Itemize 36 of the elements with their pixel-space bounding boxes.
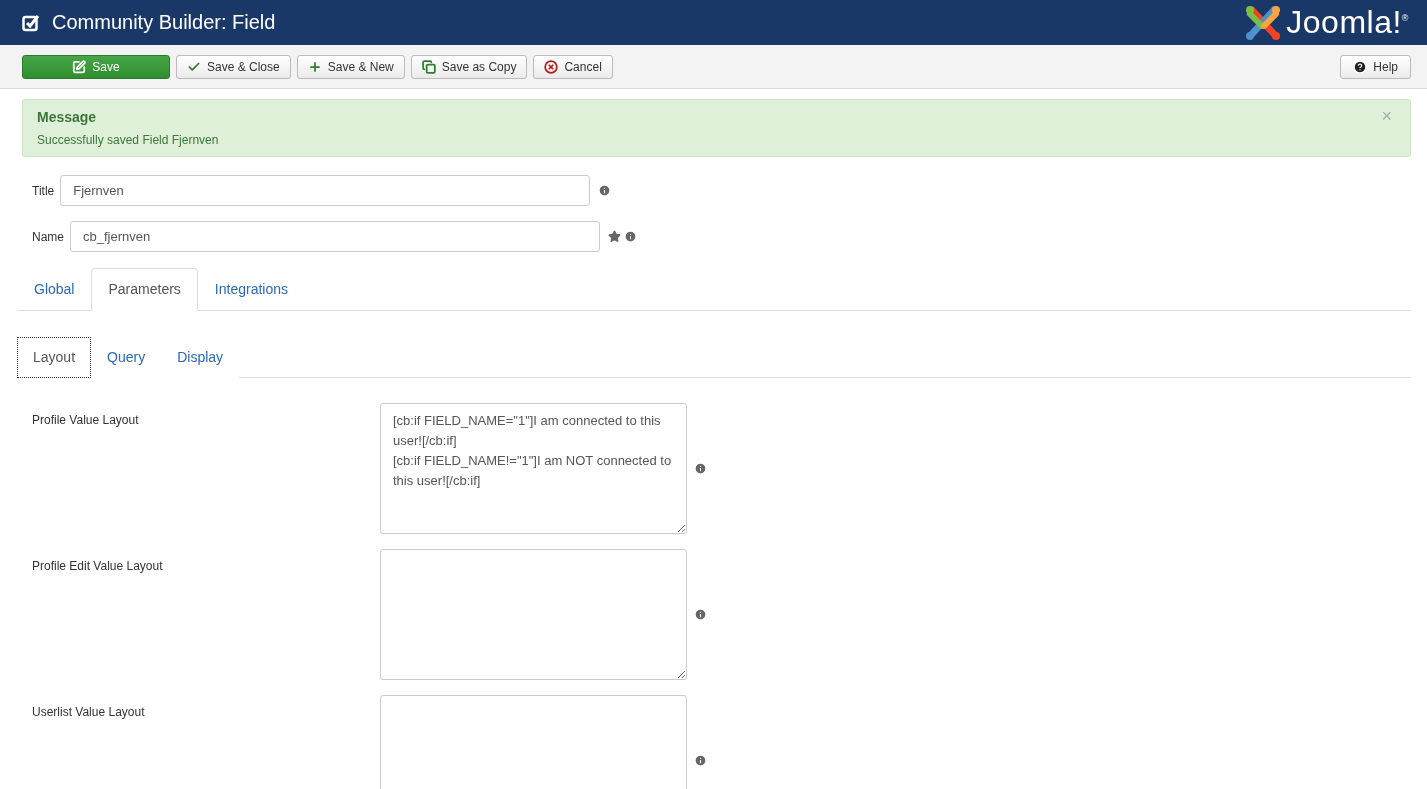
textarea-field[interactable] [380,549,687,680]
field-label: Title [32,183,55,198]
plus-icon [307,59,322,74]
toolbar-button[interactable]: Save [22,54,170,79]
toolbar-button[interactable]: Save & Close [176,54,291,79]
field-label: Profile Edit Value Layout [31,559,164,573]
tab[interactable]: Integrations [197,268,305,311]
logo-text: Joomla!$^{®}$ [1286,4,1409,41]
toolbar-button[interactable]: Save as Copy [410,54,528,79]
tab[interactable]: Global [17,268,92,311]
copy-icon [421,59,436,74]
textarea-field[interactable]: [cb:if FIELD_NAME="1"]I am connected to this user![/cb:if] [cb:if FIELD_NAME!="1"]I am NOT connected to this user![/cb:if] [380,403,687,534]
tab[interactable]: Parameters [91,268,198,311]
field-label: Profile Value Layout [31,413,140,427]
close-circle-icon [544,59,559,74]
tab[interactable]: Layout [17,337,92,378]
toolbar-button[interactable]: Cancel [533,54,613,79]
page-title: Community Builder: Field [52,11,276,34]
textarea-field[interactable] [380,695,687,789]
toolbar-button[interactable]: Save & New [296,54,405,79]
info-icon [598,184,612,197]
checkbox-icon [22,13,40,32]
message-heading: Message [37,109,97,125]
field-label: Userlist Value Layout [31,705,146,719]
field-label: Name [32,229,64,244]
logo-icon [1244,3,1283,42]
help-button[interactable]: Help [1340,54,1411,79]
text-input[interactable]: cb_fjernven [70,221,600,252]
info-icon [694,462,707,475]
pencil-square-icon [72,59,87,74]
message-text: Successfully saved Field Fjernven [37,133,220,147]
info-icon [694,754,707,767]
help-icon [1353,59,1368,74]
info-icon [694,608,707,621]
info-icon [624,230,637,243]
text-input[interactable]: Fjernven [60,175,591,206]
